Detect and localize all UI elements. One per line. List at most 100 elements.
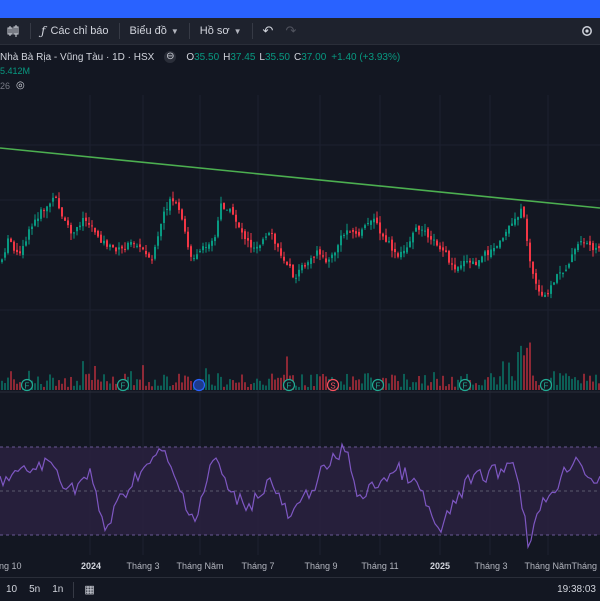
volume-bar <box>34 383 36 390</box>
candle-body <box>322 255 324 257</box>
volume-bar <box>79 385 81 390</box>
candle-body <box>400 251 402 258</box>
volume-bar <box>1 380 3 390</box>
candle-body <box>205 247 207 249</box>
volume-bar <box>490 373 492 390</box>
volume-bar <box>295 385 297 390</box>
volume-bar <box>220 376 222 390</box>
candle-body <box>412 232 414 243</box>
volume-bar <box>412 382 414 390</box>
volume-bar <box>484 379 486 390</box>
time-axis-label: Tháng 3 <box>474 561 508 571</box>
event-marker-label: F <box>121 382 126 391</box>
volume-bar <box>523 355 525 390</box>
candle-body <box>334 252 336 256</box>
candle-body <box>112 244 114 248</box>
candle-body <box>34 219 36 226</box>
volume-bar <box>352 376 354 390</box>
event-marker-financial[interactable]: F <box>539 378 553 392</box>
volume-bar <box>406 379 408 390</box>
volume-bar <box>64 378 66 390</box>
volume-bar <box>391 374 393 390</box>
candle-body <box>82 217 84 227</box>
candle-body <box>91 225 93 227</box>
candle-body <box>25 241 27 246</box>
volume-bar <box>385 378 387 390</box>
volume-bar <box>322 373 324 390</box>
event-marker-financial[interactable]: F <box>371 378 385 392</box>
candle-body <box>355 231 357 234</box>
volume-bar <box>211 384 213 390</box>
volume-bar <box>241 374 243 390</box>
candle-body <box>532 261 534 274</box>
event-marker-financial[interactable]: F <box>20 378 34 392</box>
volume-bar <box>133 385 135 390</box>
candle-body <box>175 202 177 204</box>
candle-body <box>478 260 480 267</box>
candle-body <box>286 261 288 265</box>
candle-body <box>46 206 48 212</box>
candle-body <box>229 208 231 212</box>
volume-bar <box>487 377 489 390</box>
event-marker-financial[interactable]: F <box>116 378 130 392</box>
candle-body <box>163 211 165 223</box>
candle-body <box>4 252 6 258</box>
candle-body <box>187 231 189 248</box>
candle-body <box>106 240 108 247</box>
event-marker-label: S <box>330 382 335 391</box>
chart-canvas[interactable]: FFFSFFF <box>0 0 600 600</box>
candle-body <box>283 256 285 261</box>
candle-body <box>157 236 159 246</box>
volume-bar <box>565 373 567 390</box>
candle-body <box>49 203 51 207</box>
candle-body <box>172 198 174 202</box>
time-axis-label: ng 10 <box>0 561 22 571</box>
volume-bar <box>577 380 579 390</box>
volume-bar <box>88 373 90 390</box>
candle-body <box>481 256 483 263</box>
candle-body <box>130 241 132 245</box>
timeframe-10[interactable]: 10 <box>0 584 23 595</box>
candle-body <box>352 229 354 232</box>
event-marker-financial[interactable]: F <box>458 378 472 392</box>
event-marker-financial[interactable]: F <box>282 378 296 392</box>
volume-bar <box>46 380 48 390</box>
candle-body <box>346 230 348 235</box>
volume-bar <box>346 373 348 390</box>
candle-body <box>421 229 423 231</box>
volume-bar <box>151 386 153 390</box>
candle-body <box>529 242 531 262</box>
candle-body <box>394 248 396 253</box>
candle-body <box>289 263 291 267</box>
event-marker-split[interactable]: S <box>326 378 340 392</box>
volume-bar <box>301 374 303 390</box>
volume-bar <box>364 373 366 390</box>
candle-body <box>94 227 96 233</box>
volume-bar <box>253 382 255 390</box>
candle-body <box>559 272 561 274</box>
candle-body <box>250 239 252 248</box>
volume-bar <box>433 372 435 390</box>
event-marker-label: F <box>463 382 468 391</box>
event-marker-news[interactable] <box>192 378 206 392</box>
candle-body <box>460 265 462 269</box>
volume-bar <box>418 376 420 390</box>
candle-body <box>142 247 144 250</box>
timeframe-5n[interactable]: 5n <box>23 584 46 595</box>
volume-bar <box>529 342 531 390</box>
timeframe-1n[interactable]: 1n <box>46 584 69 595</box>
candle-body <box>493 247 495 252</box>
candle-body <box>304 265 306 267</box>
volume-bar <box>40 383 42 390</box>
volume-bar <box>139 379 141 390</box>
volume-bar <box>508 362 510 390</box>
candle-body <box>127 242 129 250</box>
volume-bar <box>535 381 537 390</box>
candle-body <box>445 250 447 252</box>
candle-body <box>70 224 72 234</box>
candle-body <box>307 262 309 266</box>
candle-body <box>76 227 78 232</box>
candle-body <box>583 242 585 244</box>
candle-body <box>514 218 516 225</box>
calendar-icon[interactable]: ▦ <box>78 583 100 596</box>
